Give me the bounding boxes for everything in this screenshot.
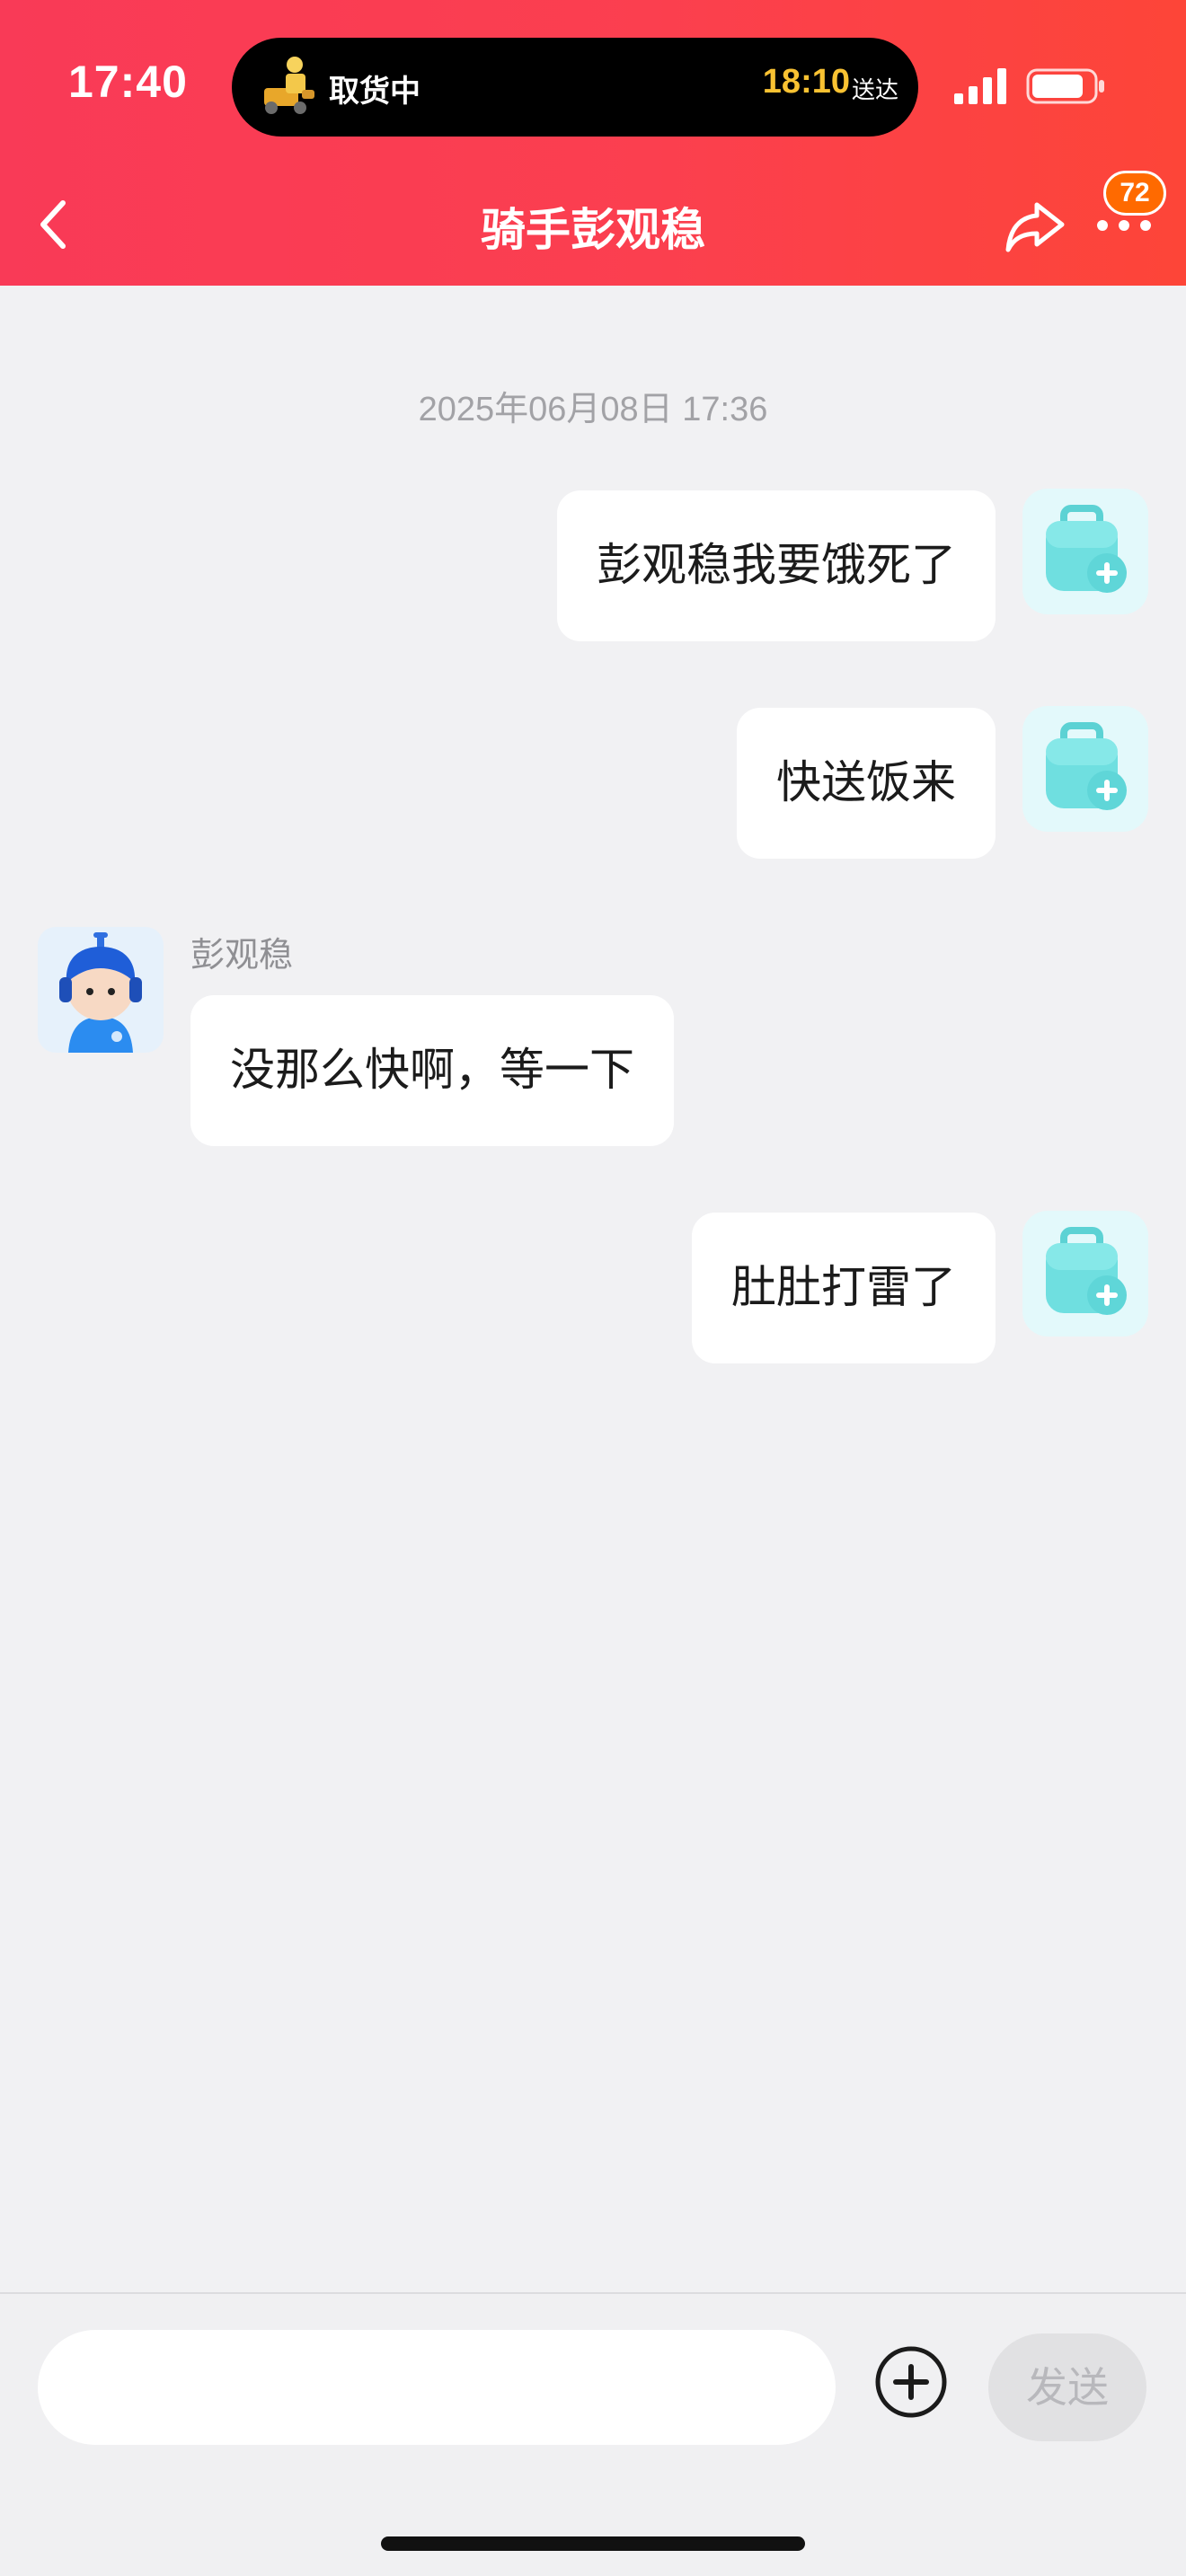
delivery-status: 取货中 bbox=[329, 74, 420, 110]
medical-kit-icon bbox=[1046, 505, 1127, 593]
courier-scooter-icon bbox=[264, 57, 314, 114]
header: 17:40 取货中 18:10 送达 骑手彭观稳 72 bbox=[0, 0, 1186, 286]
message-bubble-outgoing[interactable]: 彭观稳我要饿死了 bbox=[557, 490, 996, 641]
delivery-eta-label: 送达 bbox=[851, 77, 898, 104]
message-bubble-incoming[interactable]: 没那么快啊，等一下 bbox=[190, 995, 674, 1146]
home-indicator bbox=[381, 2536, 805, 2551]
status-time: 17:40 bbox=[68, 57, 188, 107]
delivery-eta-time: 18:10 bbox=[762, 63, 850, 101]
chat-area[interactable]: 2025年06月08日 17:36 彭观稳我要饿死了 快送饭来 彭观稳 没那么快… bbox=[0, 286, 1186, 2292]
add-button[interactable] bbox=[873, 2344, 949, 2420]
medical-kit-icon bbox=[1046, 1227, 1127, 1315]
my-avatar[interactable] bbox=[1022, 1211, 1148, 1337]
message-bubble-outgoing[interactable]: 快送饭来 bbox=[737, 708, 996, 859]
send-button[interactable]: 发送 bbox=[988, 2333, 1146, 2441]
chat-timestamp: 2025年06月08日 17:36 bbox=[418, 391, 768, 428]
more-button[interactable] bbox=[1094, 212, 1154, 239]
message-input[interactable] bbox=[38, 2330, 836, 2445]
chat-screen: 17:40 取货中 18:10 送达 骑手彭观稳 72 2025年06月08日 … bbox=[0, 0, 1186, 2576]
medical-kit-icon bbox=[1046, 722, 1127, 810]
battery-icon bbox=[1026, 68, 1104, 104]
cellular-signal-icon bbox=[954, 68, 1006, 104]
rider-character-icon bbox=[59, 932, 142, 1053]
delivery-live-activity[interactable]: 取货中 18:10 送达 bbox=[232, 38, 918, 137]
rider-name: 彭观稳 bbox=[190, 935, 294, 975]
my-avatar[interactable] bbox=[1022, 489, 1148, 614]
message-bubble-outgoing[interactable]: 肚肚打雷了 bbox=[692, 1213, 996, 1363]
share-button[interactable] bbox=[1003, 198, 1067, 255]
unread-badge: 72 bbox=[1103, 171, 1166, 216]
rider-avatar[interactable] bbox=[38, 927, 164, 1053]
input-bar: 发送 bbox=[0, 2292, 1186, 2576]
my-avatar[interactable] bbox=[1022, 706, 1148, 832]
